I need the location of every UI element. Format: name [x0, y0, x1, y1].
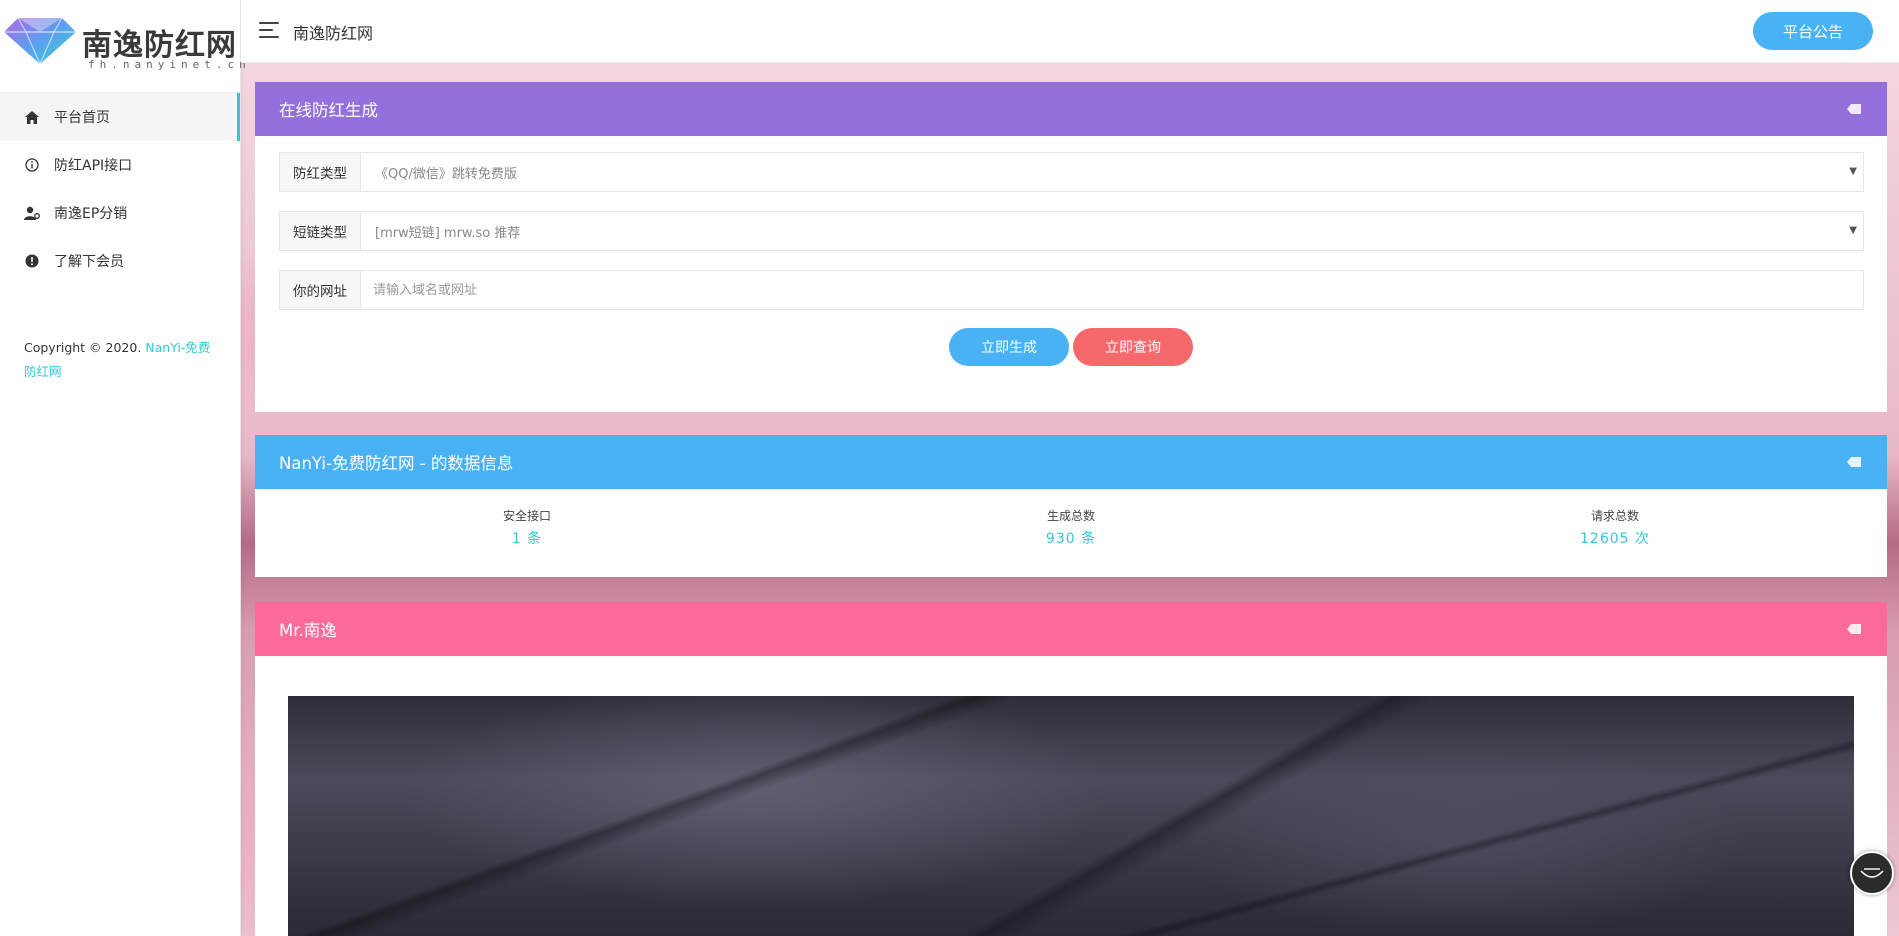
- query-button[interactable]: 立即查询: [1073, 328, 1193, 366]
- sidebar-item-label: 平台首页: [54, 110, 110, 126]
- panel-title: 在线防红生成: [279, 101, 378, 120]
- caret-down-icon: ▼: [1849, 225, 1857, 236]
- exclamation-circle-icon: [24, 253, 40, 269]
- stat-item: 生成总数 930 条: [799, 489, 1343, 577]
- profile-panel: Mr.南逸: [255, 602, 1887, 936]
- stat-value: 1 条: [511, 531, 543, 547]
- field-label: 防红类型: [280, 153, 361, 191]
- music-disc-icon: [1860, 868, 1884, 878]
- copyright: Copyright © 2020. NanYi-免费防红网: [24, 336, 214, 384]
- site-title: 南逸防红网: [293, 24, 374, 43]
- stat-value: 930 条: [1045, 531, 1097, 547]
- tag-icon: [1847, 104, 1861, 114]
- stat-label: 请求总数: [1590, 509, 1639, 523]
- stats-row: 安全接口 1 条 生成总数 930 条 请求总数 12605 次: [255, 489, 1887, 577]
- sidebar-nav: 平台首页 防红API接口 南逸EP分销 了解下会员: [0, 93, 240, 285]
- stat-label: 生成总数: [1046, 509, 1095, 523]
- user-gear-icon: [24, 205, 40, 221]
- diamond-logo-icon: [4, 18, 76, 64]
- panel-header: Mr.南逸: [255, 602, 1887, 656]
- panel-title: Mr.南逸: [279, 621, 337, 640]
- sidebar-item-home[interactable]: 平台首页: [0, 93, 240, 141]
- platform-notice-button[interactable]: 平台公告: [1753, 12, 1873, 50]
- protection-type-row: 防红类型 《QQ/微信》跳转免费版 ▼: [279, 152, 1864, 192]
- logo[interactable]: 南逸防红网 fh.nanyinet.cn: [0, 0, 246, 93]
- url-row: 你的网址: [279, 270, 1864, 310]
- sidebar-item-distribution[interactable]: 南逸EP分销: [0, 189, 240, 237]
- tag-icon: [1847, 457, 1861, 467]
- url-field-wrap: [361, 271, 1863, 309]
- panel-header: 在线防红生成: [255, 82, 1887, 136]
- action-buttons: 立即生成 立即查询: [255, 328, 1887, 366]
- field-label: 你的网址: [280, 271, 361, 309]
- stat-label: 安全接口: [502, 509, 551, 523]
- home-icon: [24, 109, 40, 125]
- caret-down-icon: ▼: [1849, 166, 1857, 177]
- sidebar-item-label: 防红API接口: [54, 158, 133, 174]
- stats-panel: NanYi-免费防红网 - 的数据信息 安全接口 1 条 生成总数 930 条 …: [255, 435, 1887, 577]
- select-value: [mrw短链] mrw.so 推荐: [375, 225, 521, 241]
- sidebar-item-label: 南逸EP分销: [54, 206, 128, 222]
- copyright-text: Copyright © 2020.: [24, 340, 146, 355]
- info-circle-icon: [24, 157, 40, 173]
- panel-header: NanYi-免费防红网 - 的数据信息: [255, 435, 1887, 489]
- select-value: 《QQ/微信》跳转免费版: [375, 166, 517, 182]
- stat-value: 12605 次: [1580, 531, 1650, 547]
- tag-icon: [1847, 624, 1861, 634]
- profile-image: [288, 696, 1854, 936]
- url-input[interactable]: [371, 281, 1863, 299]
- logo-subtitle: fh.nanyinet.cn: [88, 58, 251, 71]
- protection-type-select[interactable]: 《QQ/微信》跳转免费版 ▼: [361, 153, 1863, 191]
- sidebar-item-api[interactable]: 防红API接口: [0, 141, 240, 189]
- generator-panel: 在线防红生成 防红类型 《QQ/微信》跳转免费版 ▼ 短链类型 [mrw短链] …: [255, 82, 1887, 412]
- stat-item: 请求总数 12605 次: [1343, 489, 1887, 577]
- shortlink-type-row: 短链类型 [mrw短链] mrw.so 推荐 ▼: [279, 211, 1864, 251]
- sidebar-item-membership[interactable]: 了解下会员: [0, 237, 240, 285]
- shortlink-type-select[interactable]: [mrw短链] mrw.so 推荐 ▼: [361, 212, 1863, 250]
- stat-item: 安全接口 1 条: [255, 489, 799, 577]
- panel-title: NanYi-免费防红网 - 的数据信息: [279, 454, 514, 473]
- generate-button[interactable]: 立即生成: [949, 328, 1069, 366]
- sidebar: 南逸防红网 fh.nanyinet.cn 平台首页 防红API接口 南逸EP分销: [0, 0, 246, 936]
- floating-player-button[interactable]: [1850, 851, 1894, 895]
- sidebar-item-label: 了解下会员: [54, 254, 124, 270]
- field-label: 短链类型: [280, 212, 361, 250]
- topbar: 南逸防红网 平台公告: [241, 0, 1899, 63]
- menu-toggle-icon[interactable]: [259, 22, 279, 38]
